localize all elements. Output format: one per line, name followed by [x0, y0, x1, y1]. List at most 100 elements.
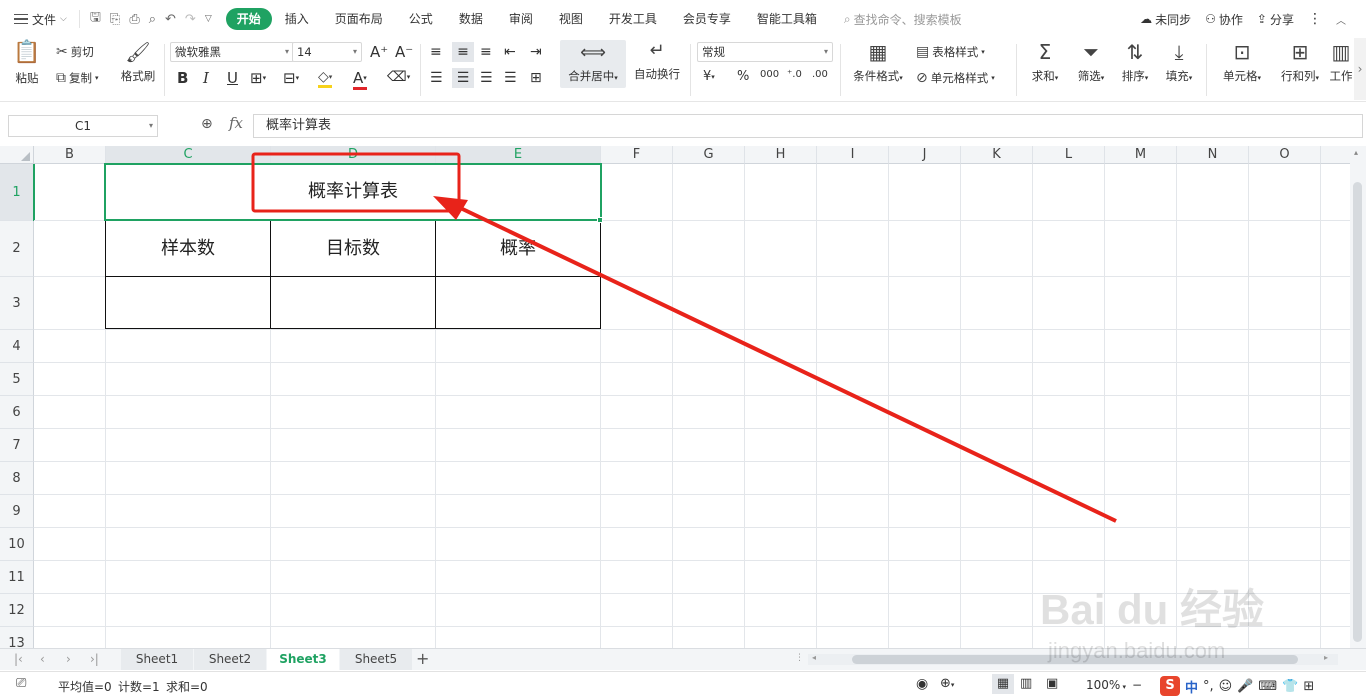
sync-button[interactable]: ☁ 未同步 — [1140, 11, 1191, 28]
column-header-k[interactable]: K — [961, 146, 1033, 164]
undo-icon[interactable]: ↶ — [165, 12, 176, 27]
align-right-icon[interactable]: ☰ — [480, 70, 493, 86]
underline-icon[interactable]: U — [227, 69, 238, 87]
zoom-level[interactable]: 100% ▾ — [1086, 678, 1126, 692]
select-all-corner[interactable] — [0, 146, 34, 164]
column-header-m[interactable]: M — [1105, 146, 1177, 164]
column-header-j[interactable]: J — [889, 146, 961, 164]
punctuation-icon[interactable]: °, — [1203, 679, 1214, 694]
tab-review[interactable]: 审阅 — [496, 8, 546, 30]
command-search[interactable]: ⌕ 查找命令、搜索模板 — [844, 11, 962, 28]
worksheet-grid[interactable]: B C D E F G H I J K L M N O 1 2 3 4 5 6 … — [0, 146, 1350, 648]
save-icon[interactable]: 🖫 — [90, 8, 101, 30]
align-left-icon[interactable]: ☰ — [430, 70, 443, 86]
row-header-2[interactable]: 2 — [0, 221, 34, 277]
prev-sheet-icon[interactable]: ‹ — [40, 652, 45, 666]
font-name-select[interactable]: 微软雅黑 ▾ — [170, 42, 294, 62]
name-box[interactable]: C1 ▾ — [8, 115, 158, 137]
number-format-select[interactable]: 常规 ▾ — [697, 42, 833, 62]
tab-home[interactable]: 开始 — [225, 8, 272, 30]
align-middle-icon[interactable]: ≡ — [452, 42, 474, 62]
empty-cell-e3[interactable] — [436, 277, 600, 328]
row-header-5[interactable]: 5 — [0, 363, 34, 396]
next-sheet-icon[interactable]: › — [66, 652, 71, 666]
more-chevron-icon[interactable]: ▽ — [205, 14, 212, 24]
last-sheet-icon[interactable]: ›| — [90, 652, 99, 666]
increase-decimal-icon[interactable]: ⁺.0 — [787, 69, 802, 80]
scroll-right-icon[interactable]: ▸ — [1324, 653, 1328, 662]
header-cell-probability[interactable]: 概率 — [436, 221, 600, 276]
row-header-4[interactable]: 4 — [0, 330, 34, 363]
bold-icon[interactable]: B — [177, 69, 188, 87]
print-preview-icon[interactable]: ⌕ — [149, 12, 156, 27]
column-header-e[interactable]: E — [436, 146, 601, 164]
column-header-partial[interactable] — [1321, 146, 1350, 164]
justify-icon[interactable]: ☰ — [504, 70, 517, 86]
sheet-tab-1[interactable]: Sheet1 — [121, 649, 193, 670]
add-sheet-icon[interactable]: + — [416, 649, 429, 668]
page-break-view-icon[interactable]: ▣ — [1046, 676, 1058, 691]
row-header-1[interactable]: 1 — [0, 164, 34, 221]
file-menu[interactable]: 文件 ⌵ — [0, 0, 67, 38]
table-style-button[interactable]: ▤ 表格样式 ▾ — [916, 44, 985, 60]
align-center-icon[interactable]: ☰ — [452, 68, 474, 88]
column-header-l[interactable]: L — [1033, 146, 1105, 164]
font-color-icon[interactable]: A ▾ — [353, 69, 367, 90]
indent-increase-icon[interactable]: ⇥ — [530, 44, 542, 60]
tab-data[interactable]: 数据 — [446, 8, 496, 30]
tab-view[interactable]: 视图 — [546, 8, 596, 30]
column-header-o[interactable]: O — [1249, 146, 1321, 164]
column-header-b[interactable]: B — [34, 146, 106, 164]
row-header-8[interactable]: 8 — [0, 462, 34, 495]
tab-formulas[interactable]: 公式 — [396, 8, 446, 30]
row-header-6[interactable]: 6 — [0, 396, 34, 429]
ribbon-scroll-right-icon[interactable]: › — [1354, 38, 1366, 100]
column-header-i[interactable]: I — [817, 146, 889, 164]
empty-cell-c3[interactable] — [106, 277, 270, 328]
export-icon[interactable]: ⎘ — [110, 12, 120, 27]
cut-button[interactable]: ✂ 剪切 — [56, 44, 94, 60]
row-header-12[interactable]: 12 — [0, 594, 34, 627]
zoom-search-icon[interactable]: ⊕ — [201, 116, 213, 132]
formula-input[interactable]: 概率计算表 — [253, 114, 1363, 138]
skin-icon[interactable]: 👕 — [1282, 679, 1298, 694]
cell-style-icon[interactable]: ⊟ ▾ — [283, 69, 299, 87]
column-header-n[interactable]: N — [1177, 146, 1249, 164]
keyboard-icon[interactable]: ⌨ — [1258, 679, 1277, 694]
copy-button[interactable]: ⧉ 复制 ▾ — [56, 70, 99, 86]
grid-apps-icon[interactable]: ⊞ — [1303, 679, 1314, 694]
column-header-h[interactable]: H — [745, 146, 817, 164]
header-cell-sample-count[interactable]: 样本数 — [106, 221, 270, 276]
eraser-icon[interactable]: ⌫ ▾ — [387, 69, 410, 85]
increase-font-icon[interactable]: A⁺ — [370, 43, 388, 61]
border-icon[interactable]: ⊞ ▾ — [250, 69, 266, 87]
row-col-button[interactable]: ⊞ 行和列▾ — [1274, 42, 1326, 84]
column-header-f[interactable]: F — [601, 146, 673, 164]
row-header-10[interactable]: 10 — [0, 528, 34, 561]
tab-insert[interactable]: 插入 — [272, 8, 322, 30]
column-header-c[interactable]: C — [106, 146, 271, 164]
tab-member[interactable]: 会员专享 — [670, 8, 744, 30]
column-header-d[interactable]: D — [271, 146, 436, 164]
distributed-icon[interactable]: ⊞ — [530, 70, 542, 86]
row-header-11[interactable]: 11 — [0, 561, 34, 594]
sheet-tab-3[interactable]: Sheet3 — [267, 649, 339, 670]
percent-icon[interactable]: % — [737, 69, 749, 84]
page-layout-view-icon[interactable]: ▥ — [1020, 676, 1032, 691]
empty-cell-d3[interactable] — [271, 277, 435, 328]
tab-page-layout[interactable]: 页面布局 — [322, 8, 396, 30]
eye-protect-icon[interactable]: ◉ — [916, 676, 928, 692]
function-icon[interactable]: fx — [229, 114, 243, 132]
merge-center-button[interactable]: ⟺ 合并居中▾ — [560, 40, 626, 88]
column-header-g[interactable]: G — [673, 146, 745, 164]
cell-button[interactable]: ⊡ 单元格▾ — [1216, 42, 1268, 84]
fill-button[interactable]: ⤓ 填充▾ — [1160, 42, 1198, 84]
more-menu-icon[interactable]: ⋮ — [1308, 11, 1322, 27]
row-header-7[interactable]: 7 — [0, 429, 34, 462]
row-header-9[interactable]: 9 — [0, 495, 34, 528]
wrap-text-button[interactable]: ↵ 自动换行 — [632, 42, 682, 82]
vertical-scroll-thumb[interactable] — [1353, 182, 1362, 642]
sum-button[interactable]: Σ 求和▾ — [1026, 42, 1064, 84]
sheet-tab-2[interactable]: Sheet2 — [194, 649, 266, 670]
first-sheet-icon[interactable]: |‹ — [14, 652, 23, 666]
